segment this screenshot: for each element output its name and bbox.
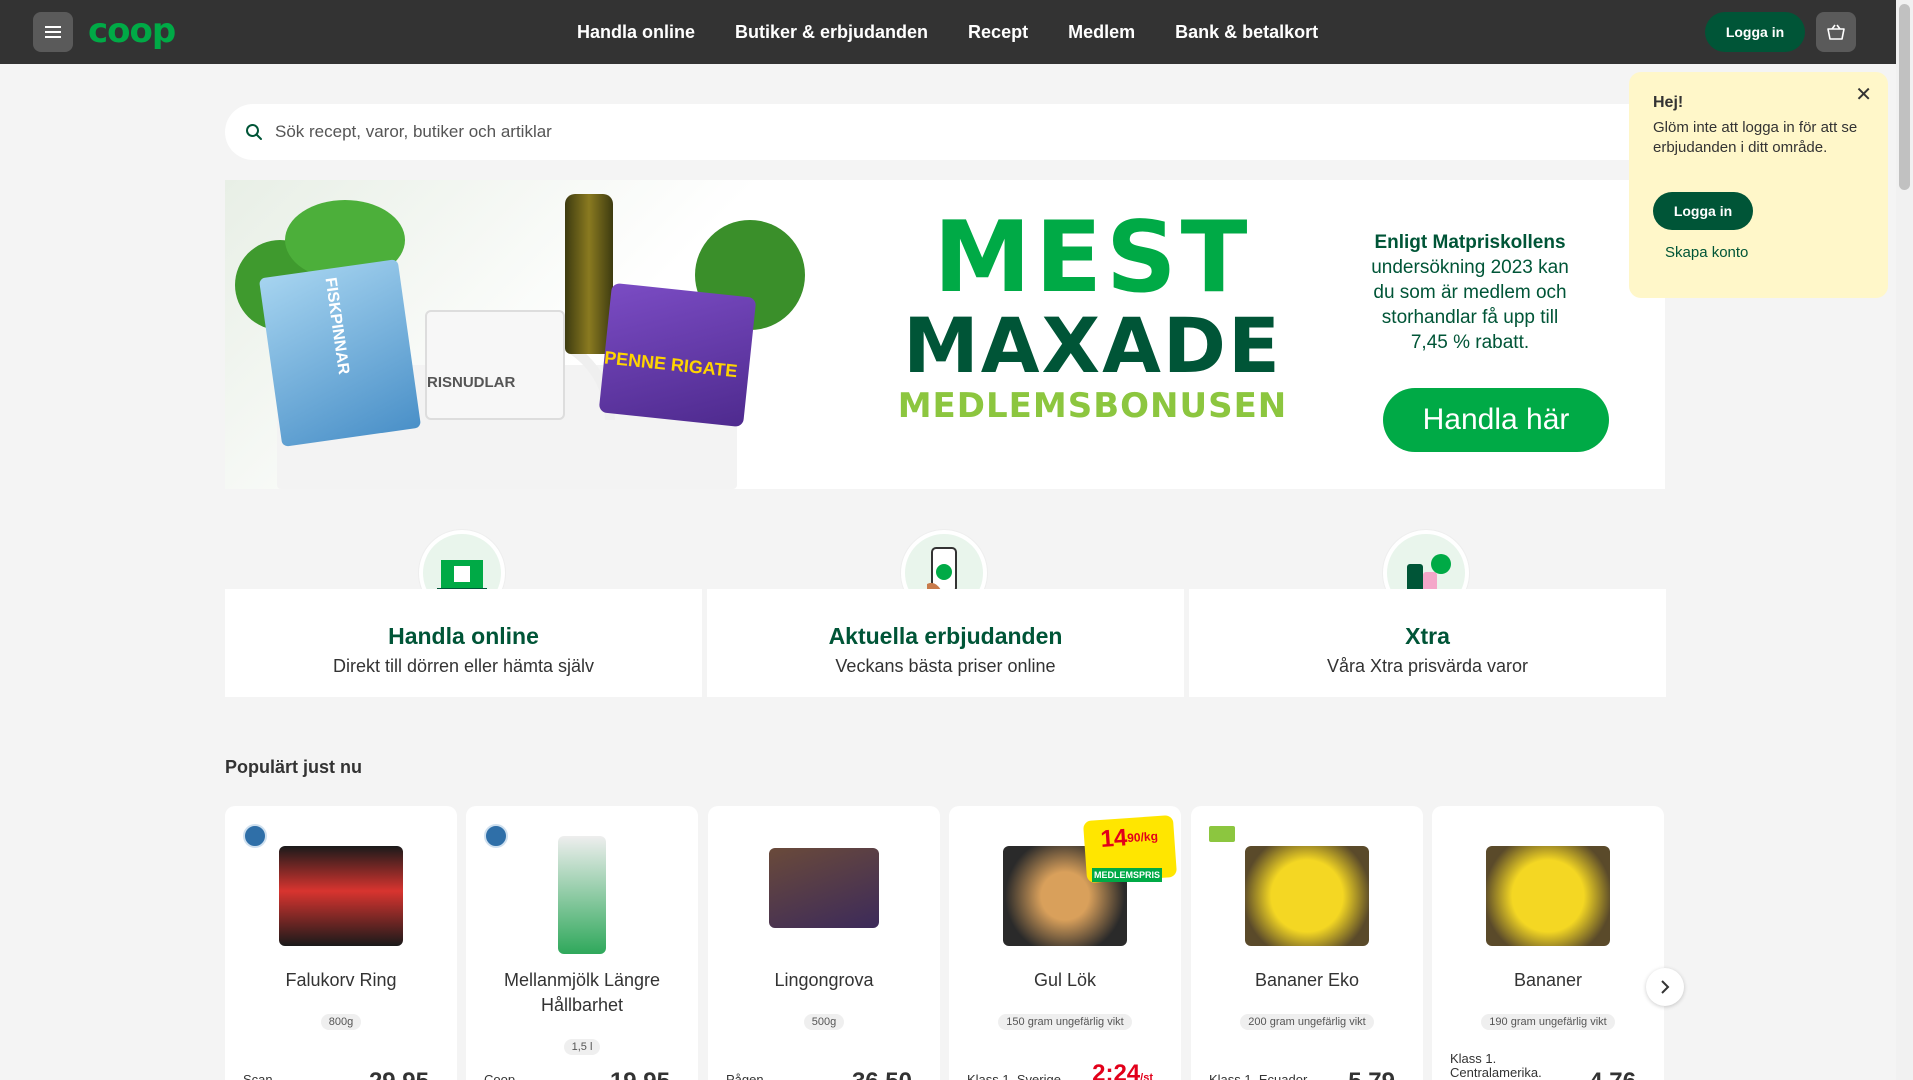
product-origin: Klass 1. Sverige.	[967, 1072, 1065, 1080]
swedish-origin-badge-icon	[243, 824, 267, 848]
top-header: coop Handla online Butiker & erbjudanden…	[0, 0, 1896, 64]
category-title: Xtra	[1405, 623, 1450, 649]
category-title: Handla online	[388, 623, 539, 649]
product-image	[558, 836, 606, 954]
popup-title: Hej!	[1653, 94, 1684, 111]
product-weight: 200 gram ungefärlig vikt	[1240, 1014, 1374, 1030]
nav-butiker-erbjudanden[interactable]: Butiker & erbjudanden	[735, 22, 928, 43]
medlemspris-badge: MEDLEMSPRIS	[1092, 868, 1162, 882]
promo-rest: undersökning 2023 kan du som är medlem o…	[1371, 257, 1569, 353]
search-input[interactable]	[275, 122, 1575, 142]
nav-handla-online[interactable]: Handla online	[577, 22, 695, 43]
carousel-next-button[interactable]	[1646, 968, 1684, 1006]
chevron-right-icon	[1661, 980, 1670, 994]
product-price: 36,50	[852, 1068, 912, 1080]
offer-price-unit: /kg	[1140, 829, 1159, 845]
handla-har-button[interactable]: Handla här	[1383, 388, 1609, 452]
search-bar[interactable]	[225, 104, 1665, 160]
basket-icon	[1827, 24, 1845, 40]
category-subtitle: Veckans bästa priser online	[835, 656, 1056, 676]
promo-banner[interactable]: FISKPINNAR RISNUDLAR PENNE RIGATE MEST M…	[225, 180, 1665, 489]
product-price: 19,95	[610, 1068, 670, 1080]
pack-label: RISNUDLAR	[427, 374, 516, 391]
product-image	[1486, 846, 1610, 946]
banner-headline: MEST MAXADE MEDLEMSBONUSEN	[885, 201, 1300, 426]
product-name: Mellanmjölk Längre Hållbarhet	[503, 970, 661, 1015]
menu-icon	[45, 31, 61, 33]
product-weight: 500g	[803, 1014, 845, 1030]
product-name: Lingongrova	[774, 970, 874, 990]
penne-pack: PENNE RIGATE	[598, 282, 757, 428]
popup-text: Glöm inte att logga in för att se erbjud…	[1653, 119, 1858, 156]
olive-oil-bottle	[565, 194, 613, 354]
product-origin: Coop.	[484, 1072, 519, 1080]
banner-product-image: FISKPINNAR RISNUDLAR PENNE RIGATE	[225, 180, 810, 489]
risnudlar-pack: RISNUDLAR	[425, 310, 565, 420]
product-card[interactable]: Falukorv Ring 800g Scan. 29,95	[225, 806, 457, 1080]
banner-line-2: MAXADE	[903, 301, 1282, 390]
search-icon	[246, 124, 262, 140]
coop-logo[interactable]: coop	[88, 14, 176, 48]
category-card-xtra[interactable]: Xtra Våra Xtra prisvärda varor	[1189, 589, 1666, 697]
product-name: Bananer	[1513, 970, 1583, 990]
category-card-handla-online[interactable]: Handla online Direkt till dörren eller h…	[225, 589, 702, 697]
eko-label-icon	[1209, 826, 1235, 842]
product-name: Bananer Eko	[1254, 970, 1360, 990]
product-card[interactable]: Lingongrova 500g Pågen. 36,50	[708, 806, 940, 1080]
pack-label: PENNE RIGATE	[603, 347, 739, 382]
product-origin: Klass 1. Ecuador.	[1209, 1072, 1311, 1080]
promo-bold: Enligt Matpriskollens	[1374, 232, 1566, 253]
product-price: 2:24/st	[1092, 1060, 1153, 1080]
product-origin: Klass 1. Centralamerika.	[1450, 1051, 1542, 1080]
close-icon[interactable]: ✕	[1855, 82, 1872, 107]
product-weight: 1,5 l	[563, 1039, 601, 1055]
popup-login-button[interactable]: Logga in	[1653, 192, 1753, 230]
page-scrollbar[interactable]	[1896, 0, 1913, 1080]
product-origin: Scan.	[243, 1072, 277, 1080]
price-unit: /st	[1140, 1072, 1153, 1080]
banner-promo-text: Enligt Matpriskollens undersökning 2023 …	[1370, 230, 1570, 355]
cart-button[interactable]	[1816, 12, 1856, 52]
scrollbar-thumb[interactable]	[1899, 4, 1910, 190]
product-price: 5,79	[1348, 1068, 1395, 1080]
product-price: 29,95	[369, 1068, 429, 1080]
nav-recept[interactable]: Recept	[968, 22, 1028, 43]
category-subtitle: Direkt till dörren eller hämta själv	[332, 656, 595, 676]
product-weight: 800g	[320, 1014, 362, 1030]
nav-medlem[interactable]: Medlem	[1068, 22, 1135, 43]
product-weight: 150 gram ungefärlig vikt	[998, 1014, 1132, 1030]
price-value: 2:24	[1092, 1060, 1141, 1080]
product-name: Falukorv Ring	[285, 970, 397, 990]
banner-line-1: MEST	[933, 201, 1252, 315]
pack-label: FISKPINNAR	[321, 276, 352, 376]
nav-bank-betalkort[interactable]: Bank & betalkort	[1175, 22, 1318, 43]
product-weight: 190 gram ungefärlig vikt	[1481, 1014, 1615, 1030]
create-account-link[interactable]: Skapa konto	[1665, 244, 1748, 261]
product-image	[279, 846, 403, 946]
login-reminder-popup: ✕ Hej! Glöm inte att logga in för att se…	[1629, 72, 1888, 298]
product-image	[769, 848, 879, 928]
category-subtitle: Våra Xtra prisvärda varor	[1326, 656, 1529, 676]
main-nav: Handla online Butiker & erbjudanden Rece…	[577, 0, 1318, 64]
product-image	[1245, 846, 1369, 946]
product-name: Gul Lök	[1033, 970, 1097, 990]
product-price: 4,76	[1589, 1068, 1636, 1080]
category-card-aktuella-erbjudanden[interactable]: Aktuella erbjudanden Veckans bästa prise…	[707, 589, 1184, 697]
category-title: Aktuella erbjudanden	[828, 623, 1063, 649]
popular-section-title: Populärt just nu	[225, 757, 362, 777]
header-login-button[interactable]: Logga in	[1705, 12, 1805, 52]
swedish-origin-badge-icon	[484, 824, 508, 848]
banner-line-3: MEDLEMSBONUSEN	[897, 386, 1288, 426]
product-card[interactable]: Mellanmjölk Längre Hållbarhet 1,5 l Coop…	[466, 806, 698, 1080]
offer-price-main: 14	[1099, 824, 1129, 853]
fiskpinnar-pack: FISKPINNAR	[258, 259, 422, 447]
product-origin: Pågen.	[726, 1072, 768, 1080]
hamburger-menu-button[interactable]	[33, 12, 73, 52]
product-card[interactable]: Bananer 190 gram ungefärlig vikt Klass 1…	[1432, 806, 1664, 1080]
product-card[interactable]: Bananer Eko 200 gram ungefärlig vikt Kla…	[1191, 806, 1423, 1080]
